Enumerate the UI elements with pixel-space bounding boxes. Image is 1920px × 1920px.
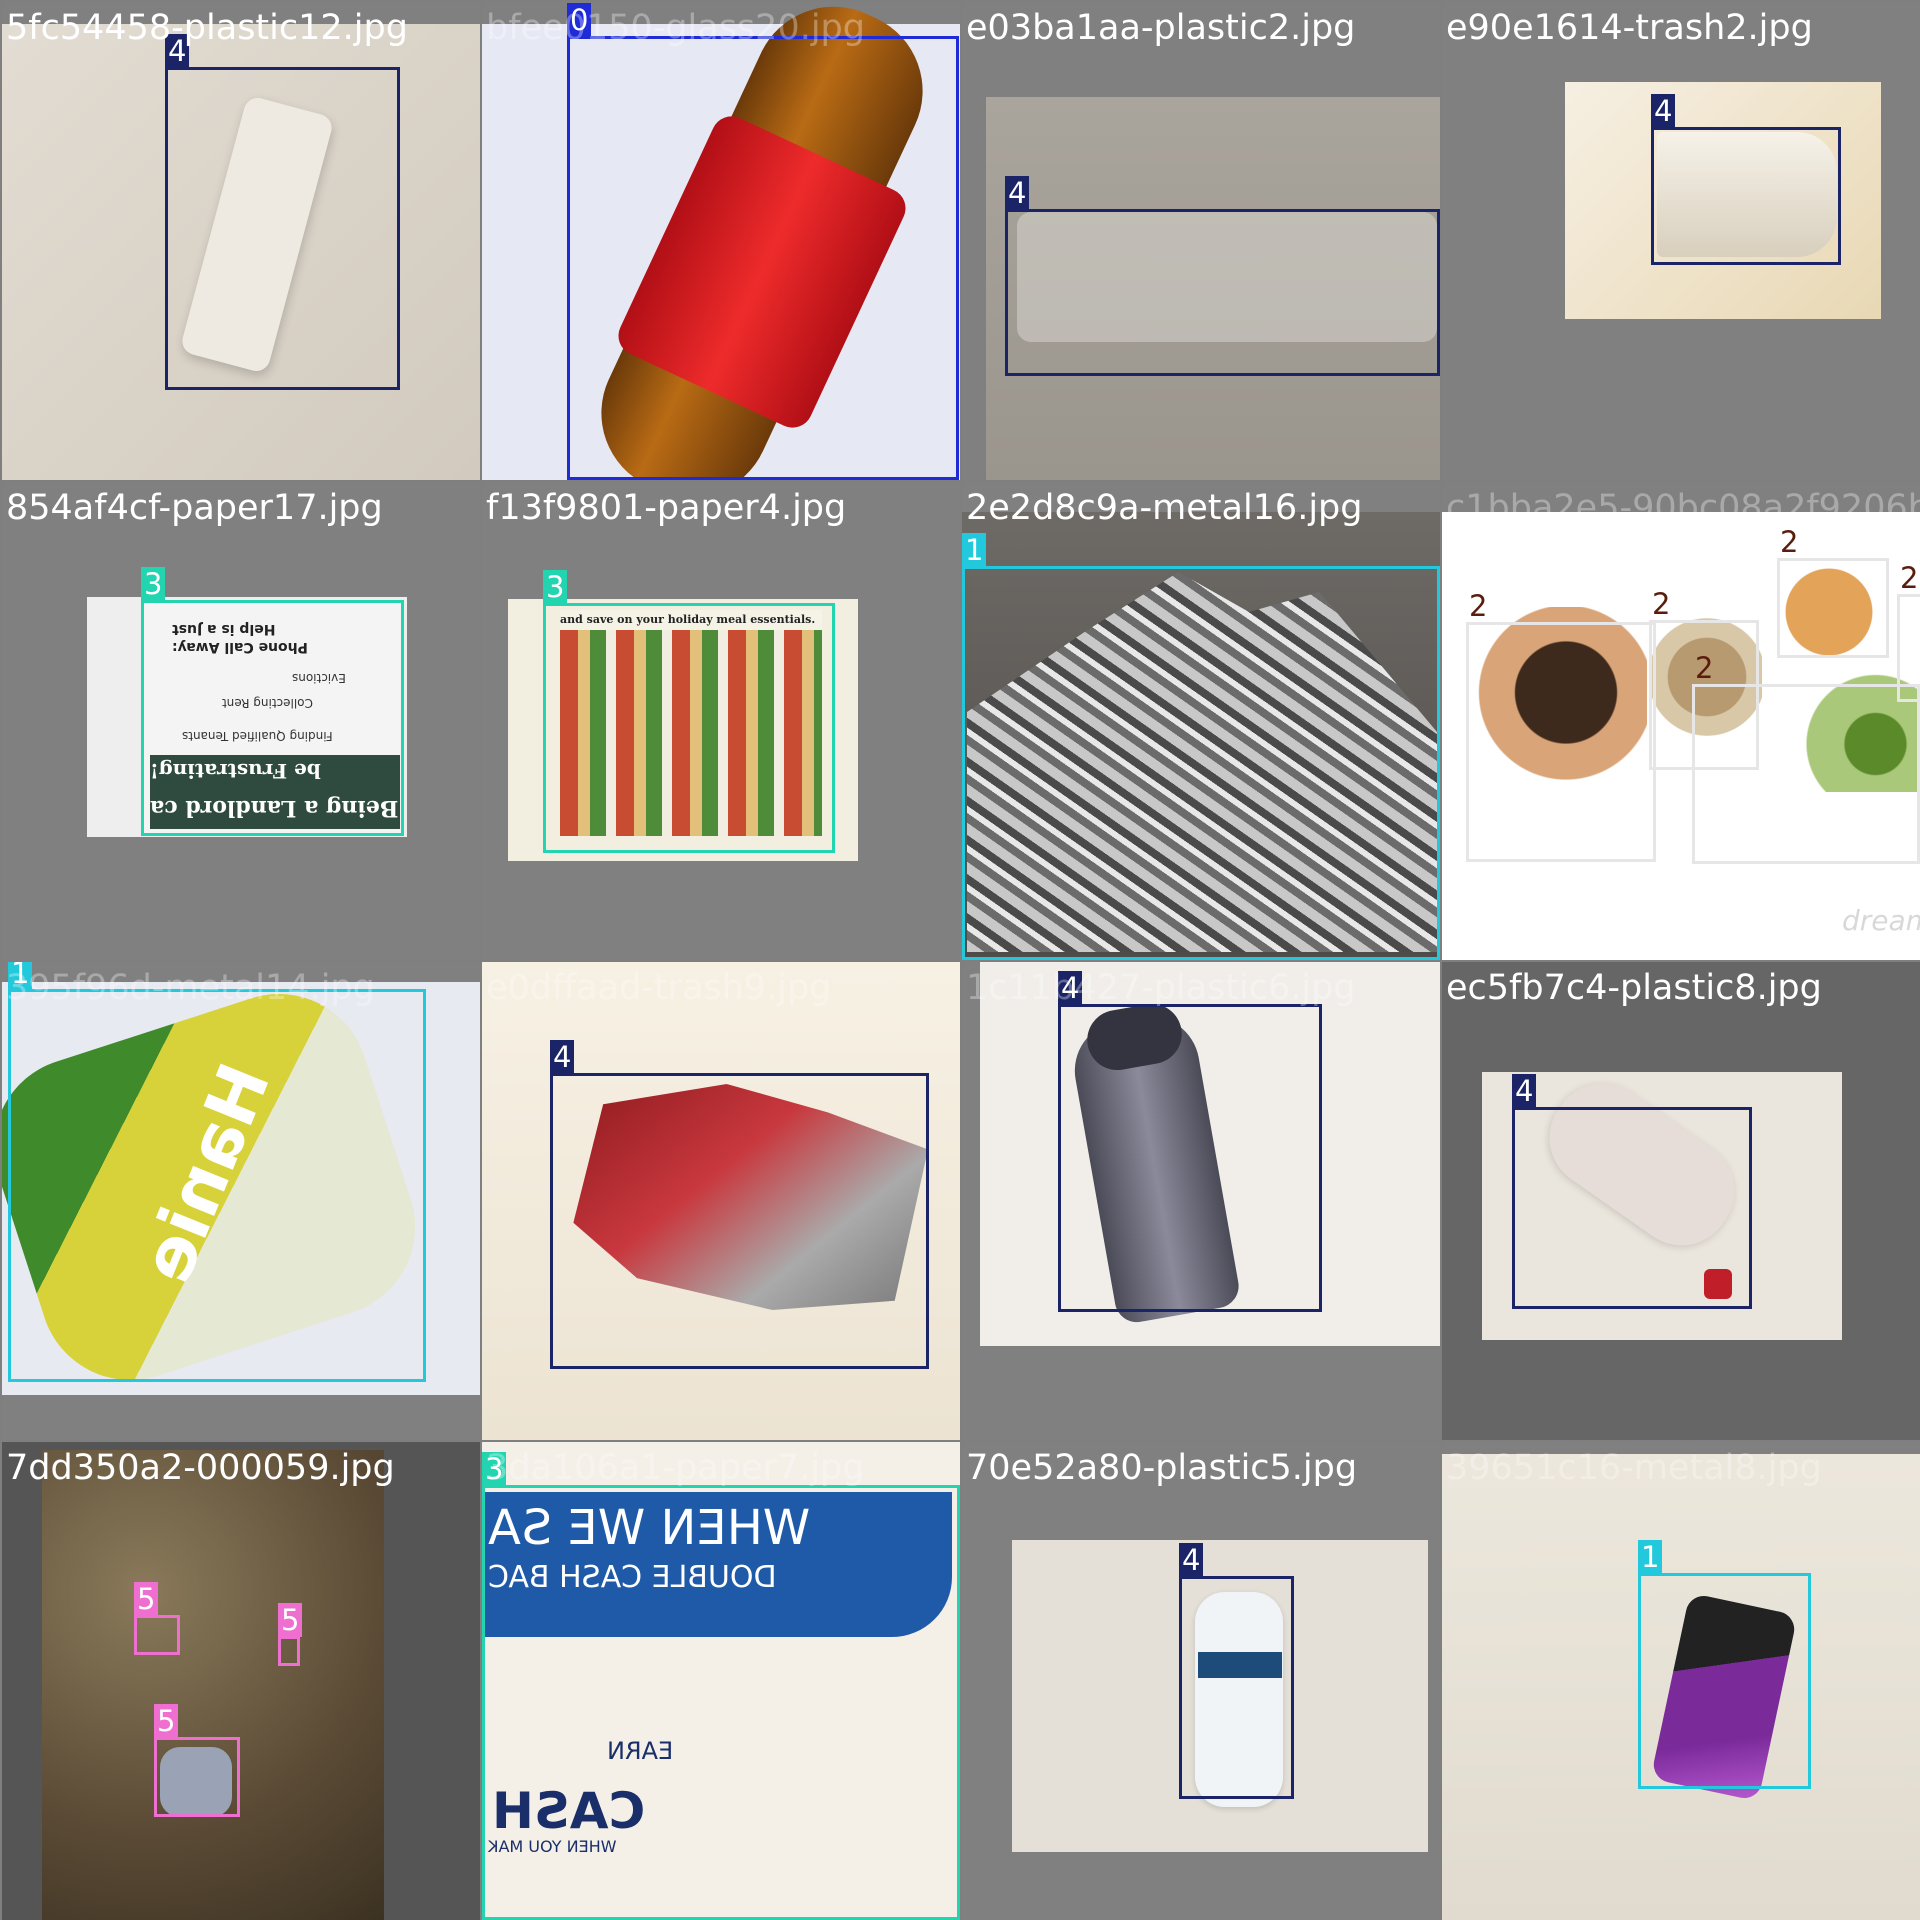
class-label: 5 xyxy=(134,1582,159,1616)
class-label: 5 xyxy=(278,1603,303,1637)
tile-13: 7dd350a2-000059.jpg 5 5 5 xyxy=(2,1442,480,1920)
tile-16: 39651c16-metal8.jpg 1 xyxy=(1442,1442,1920,1920)
tile-7: 2e2d8c9a-metal16.jpg 1 xyxy=(962,482,1440,960)
class-label: 2 xyxy=(1695,651,1714,685)
detection-box: 2 xyxy=(1777,525,1889,658)
detection-box: 2 xyxy=(1692,651,1920,864)
class-label: 2 xyxy=(1652,587,1671,621)
filename-label: 5fc54458-plastic12.jpg xyxy=(6,8,408,48)
detection-box: 5 xyxy=(134,1582,180,1655)
detection-box: 4 xyxy=(1005,176,1440,376)
class-label: 2 xyxy=(1900,561,1919,595)
class-label: 1 xyxy=(1638,1540,1663,1574)
detection-box: 5 xyxy=(154,1704,240,1817)
tile-8: dream c1bba2e5-90bc08a2f9206bc 2 2 2 2 2 xyxy=(1442,482,1920,960)
detection-box: 3 xyxy=(141,567,404,836)
photo xyxy=(42,1450,384,1920)
mosaic-grid: 5fc54458-plastic12.jpg 4 bfee0150-glass2… xyxy=(0,0,1920,1920)
tile-3: e03ba1aa-plastic2.jpg 4 xyxy=(962,2,1440,480)
tile-2: bfee0150-glass20.jpg 0 xyxy=(482,2,960,480)
filename-label: 3da106a1-paper7.jpg xyxy=(486,1448,865,1488)
detection-box: 3 xyxy=(543,570,835,853)
tile-5: Being a Landlord ca be Frustrating! Find… xyxy=(2,482,480,960)
class-label: 3 xyxy=(543,570,568,604)
filename-label: f13f9801-paper4.jpg xyxy=(486,488,847,528)
detection-box: 0 xyxy=(567,3,959,480)
class-label: 2 xyxy=(1780,525,1799,559)
class-label: 4 xyxy=(550,1040,575,1074)
filename-label: e90e1614-trash2.jpg xyxy=(1446,8,1813,48)
detection-box: 4 xyxy=(550,1040,929,1369)
detection-box: 1 xyxy=(1638,1540,1811,1789)
filename-label: 1c11b427-plastic6.jpg xyxy=(966,968,1356,1008)
class-label: 4 xyxy=(1179,1543,1204,1577)
detection-box: 1 xyxy=(962,533,1440,960)
detection-box: 4 xyxy=(1651,94,1841,265)
tile-4: e90e1614-trash2.jpg 4 xyxy=(1442,2,1920,480)
tile-14: WHEN WE SA DOUBLE CASH BAC EARN CASH WHE… xyxy=(482,1442,960,1920)
class-label: 5 xyxy=(154,1704,179,1738)
tile-1: 5fc54458-plastic12.jpg 4 xyxy=(2,2,480,480)
filename-label: bfee0150-glass20.jpg xyxy=(486,8,865,48)
detection-box: 4 xyxy=(1179,1543,1294,1799)
detection-box: 2 xyxy=(1466,589,1656,862)
filename-label: 854af4cf-paper17.jpg xyxy=(6,488,383,528)
class-label: 4 xyxy=(1005,176,1030,210)
watermark: dream xyxy=(1842,904,1920,937)
filename-label: e0dffaad-trash9.jpg xyxy=(486,968,832,1008)
filename-label: 7dd350a2-000059.jpg xyxy=(6,1448,395,1488)
detection-box: 5 xyxy=(278,1603,303,1666)
detection-box: 4 xyxy=(1512,1074,1752,1309)
filename-label: c1bba2e5-90bc08a2f9206bc xyxy=(1446,488,1920,528)
tile-15: 70e52a80-plastic5.jpg 4 xyxy=(962,1442,1440,1920)
filename-label: 2e2d8c9a-metal16.jpg xyxy=(966,488,1363,528)
tile-6: and save on your holiday meal essentials… xyxy=(482,482,960,960)
class-label: 4 xyxy=(1651,94,1676,128)
tile-10: e0dffaad-trash9.jpg 4 xyxy=(482,962,960,1440)
detection-box: 1 xyxy=(8,962,426,1382)
tile-12: ec5fb7c4-plastic8.jpg 4 xyxy=(1442,962,1920,1440)
class-label: 3 xyxy=(141,567,166,601)
filename-label: 70e52a80-plastic5.jpg xyxy=(966,1448,1358,1488)
class-label: 1 xyxy=(962,533,987,567)
detection-box: 4 xyxy=(1058,971,1322,1312)
tile-11: 1c11b427-plastic6.jpg 4 xyxy=(962,962,1440,1440)
filename-label: ec5fb7c4-plastic8.jpg xyxy=(1446,968,1822,1008)
class-label: 2 xyxy=(1469,589,1488,623)
filename-label: 395f96d-metal14.jpg xyxy=(6,968,375,1008)
detection-box: 4 xyxy=(165,34,400,390)
detection-box: 2 xyxy=(1897,561,1920,702)
filename-label: 39651c16-metal8.jpg xyxy=(1446,1448,1822,1488)
tile-9: Hanie 395f96d-metal14.jpg 1 xyxy=(2,962,480,1440)
class-label: 4 xyxy=(1512,1074,1537,1108)
detection-box: 3 xyxy=(482,1452,960,1920)
filename-label: e03ba1aa-plastic2.jpg xyxy=(966,8,1356,48)
